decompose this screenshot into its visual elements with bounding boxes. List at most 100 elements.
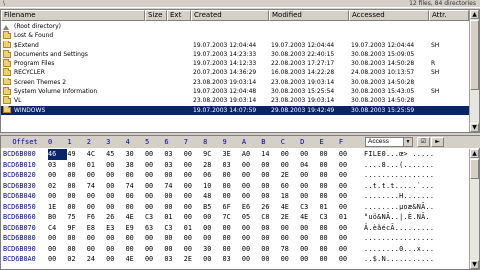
hex-byte[interactable]: 28 xyxy=(203,160,222,171)
hex-byte[interactable]: 00 xyxy=(106,181,125,192)
hex-byte[interactable]: A0 xyxy=(242,149,261,160)
hex-byte[interactable]: 7C xyxy=(223,212,242,223)
hex-byte[interactable]: 03 xyxy=(223,160,242,171)
hex-byte[interactable]: C4 xyxy=(48,223,67,234)
hex-byte[interactable]: 03 xyxy=(48,160,67,171)
hex-byte[interactable]: 3E xyxy=(223,149,242,160)
hex-byte[interactable]: 4E xyxy=(126,254,145,265)
scroll-up-arrow-icon[interactable]: ▲ xyxy=(470,10,479,19)
hex-byte[interactable]: 00 xyxy=(184,191,203,202)
hex-byte[interactable]: 00 xyxy=(319,170,338,181)
hex-bytes[interactable]: 03 00 01 00 38 00 03 00 28 03 00 00 00 04 00 00 xyxy=(48,160,360,171)
hex-byte[interactable]: 00 xyxy=(300,181,319,192)
hex-byte[interactable]: 00 xyxy=(67,202,86,213)
column-header-created[interactable]: Created xyxy=(191,10,269,21)
hex-ascii[interactable]: FILE0...œ> ..... xyxy=(360,149,466,160)
hex-bytes[interactable]: 00 00 00 00 00 00 00 00 06 00 00 00 2E 00 00 00 xyxy=(48,170,360,181)
hex-byte[interactable]: 4E xyxy=(300,212,319,223)
hex-byte[interactable]: 4E xyxy=(126,212,145,223)
hex-byte[interactable]: E8 xyxy=(87,223,106,234)
hex-byte[interactable]: C3 xyxy=(145,212,164,223)
hex-byte[interactable]: 00 xyxy=(67,160,86,171)
hex-byte[interactable]: 24 xyxy=(87,254,106,265)
hex-ascii[interactable]: ..$.N........... xyxy=(360,254,466,265)
hex-byte[interactable]: 00 xyxy=(106,233,125,244)
column-header-accessed[interactable]: Accessed xyxy=(349,10,429,21)
hex-byte[interactable]: 00 xyxy=(242,181,261,192)
hex-byte[interactable]: 2E xyxy=(184,254,203,265)
hex-byte[interactable]: 00 xyxy=(126,170,145,181)
hex-byte[interactable]: 00 xyxy=(164,191,183,202)
hex-byte[interactable]: 00 xyxy=(203,212,222,223)
hex-byte[interactable]: 03 xyxy=(164,160,183,171)
hex-byte[interactable]: 00 xyxy=(164,170,183,181)
hex-byte[interactable]: 00 xyxy=(242,233,261,244)
hex-byte[interactable]: 00 xyxy=(67,191,86,202)
hex-byte[interactable]: 00 xyxy=(261,181,280,192)
hex-byte[interactable]: 00 xyxy=(319,191,338,202)
hex-ascii[interactable]: ................ xyxy=(360,233,466,244)
hex-byte[interactable]: 00 xyxy=(126,191,145,202)
hex-byte[interactable]: 00 xyxy=(223,244,242,255)
hex-byte[interactable]: E9 xyxy=(126,223,145,234)
hex-byte[interactable]: 00 xyxy=(261,170,280,181)
hex-byte[interactable]: 30 xyxy=(203,244,222,255)
hex-byte[interactable]: 00 xyxy=(106,244,125,255)
hex-bytes[interactable]: 00 02 24 00 4E 00 03 2E 00 03 00 00 00 00 00 00 xyxy=(48,254,360,265)
hex-byte[interactable]: 00 xyxy=(319,181,338,192)
hex-byte[interactable]: 00 xyxy=(184,181,203,192)
hex-row[interactable]: BCD6B060 B0 75 F6 26 4E C3 01 00 00 7C 05 C8 2E 4E C3 01… xyxy=(1,212,471,223)
hex-byte[interactable]: 01 xyxy=(319,202,338,213)
hex-byte[interactable]: 00 xyxy=(67,181,86,192)
hex-byte[interactable]: 00 xyxy=(300,244,319,255)
hex-byte[interactable]: 00 xyxy=(48,170,67,181)
hex-byte[interactable]: 00 xyxy=(48,254,67,265)
hex-byte[interactable]: 00 xyxy=(261,254,280,265)
hex-byte[interactable]: 2E xyxy=(281,170,300,181)
hex-ascii[interactable]: ....8...(....... xyxy=(360,160,466,171)
hex-byte[interactable]: 00 xyxy=(164,244,183,255)
hex-byte[interactable]: 46 xyxy=(48,149,68,160)
hex-ascii[interactable]: ..t.t.t.....`... xyxy=(360,181,466,192)
hex-byte[interactable]: 00 xyxy=(281,233,300,244)
hex-byte[interactable]: 00 xyxy=(87,170,106,181)
hex-byte[interactable]: 00 xyxy=(87,202,106,213)
hex-row[interactable]: BCD6B0A0 00 02 24 00 4E 00 03 2E 00 03 00 00 00 00 00 00… xyxy=(1,254,471,265)
hex-byte[interactable]: 78 xyxy=(281,244,300,255)
hex-byte[interactable]: 00 xyxy=(145,170,164,181)
file-row[interactable]: Lost & Found xyxy=(1,31,469,40)
column-header-attr[interactable]: Attr. xyxy=(429,10,469,21)
hex-bytes[interactable]: 00 00 00 00 00 00 00 00 48 00 00 00 18 00 00 00 xyxy=(48,191,360,202)
hex-byte[interactable]: 00 xyxy=(145,254,164,265)
hex-byte[interactable]: 00 xyxy=(106,254,125,265)
hex-ascii[interactable]: ........µoæ&NÃ.. xyxy=(360,202,466,213)
hex-ascii[interactable]: ................ xyxy=(360,170,466,181)
file-row[interactable]: WINDOWS 19.07.2003 14:07:59 29.08.2003 19:… xyxy=(1,105,469,115)
encoding-select[interactable]: Access ▼ xyxy=(365,137,413,147)
hex-byte[interactable]: 00 xyxy=(48,191,67,202)
hex-scrollbar[interactable]: ▲ ▼ xyxy=(469,149,479,269)
hex-row[interactable]: BCD6B070 C4 9F E8 E3 E9 63 C3 01 00 00 00 00 00 00 00 00… xyxy=(1,223,471,234)
hex-byte[interactable]: 60 xyxy=(281,181,300,192)
hex-byte[interactable]: 01 xyxy=(87,160,106,171)
hex-bytes[interactable]: 00 00 00 00 00 00 00 00 00 00 00 00 00 00 00 00 xyxy=(48,233,360,244)
hex-byte[interactable]: 00 xyxy=(300,233,319,244)
hex-row[interactable]: BCD6B040 00 00 00 00 00 00 00 00 48 00 00 00 18 00 00 00… xyxy=(1,191,471,202)
file-row[interactable]: Program Files 19.07.2003 14:12:33 22.08.20… xyxy=(1,59,469,68)
hex-byte[interactable]: B0 xyxy=(48,212,67,223)
hex-byte[interactable]: 00 xyxy=(319,233,338,244)
hex-byte[interactable]: 00 xyxy=(319,254,338,265)
hex-byte[interactable]: 00 xyxy=(145,149,164,160)
chevron-down-icon[interactable]: ▼ xyxy=(403,138,412,146)
hex-byte[interactable]: 00 xyxy=(184,202,203,213)
hex-byte[interactable]: 00 xyxy=(242,244,261,255)
hex-row[interactable]: BCD6B010 03 00 01 00 38 00 03 00 28 03 00 00 00 04 00 00… xyxy=(1,160,471,171)
hex-byte[interactable]: 00 xyxy=(261,191,280,202)
hex-byte[interactable]: 74 xyxy=(87,181,106,192)
hex-byte[interactable]: 00 xyxy=(48,233,67,244)
hex-byte[interactable]: 00 xyxy=(339,223,358,234)
column-header-size[interactable]: Size xyxy=(145,10,167,21)
hex-byte[interactable]: 00 xyxy=(242,223,261,234)
hex-byte[interactable]: 00 xyxy=(67,170,86,181)
hex-byte[interactable]: 10 xyxy=(203,181,222,192)
